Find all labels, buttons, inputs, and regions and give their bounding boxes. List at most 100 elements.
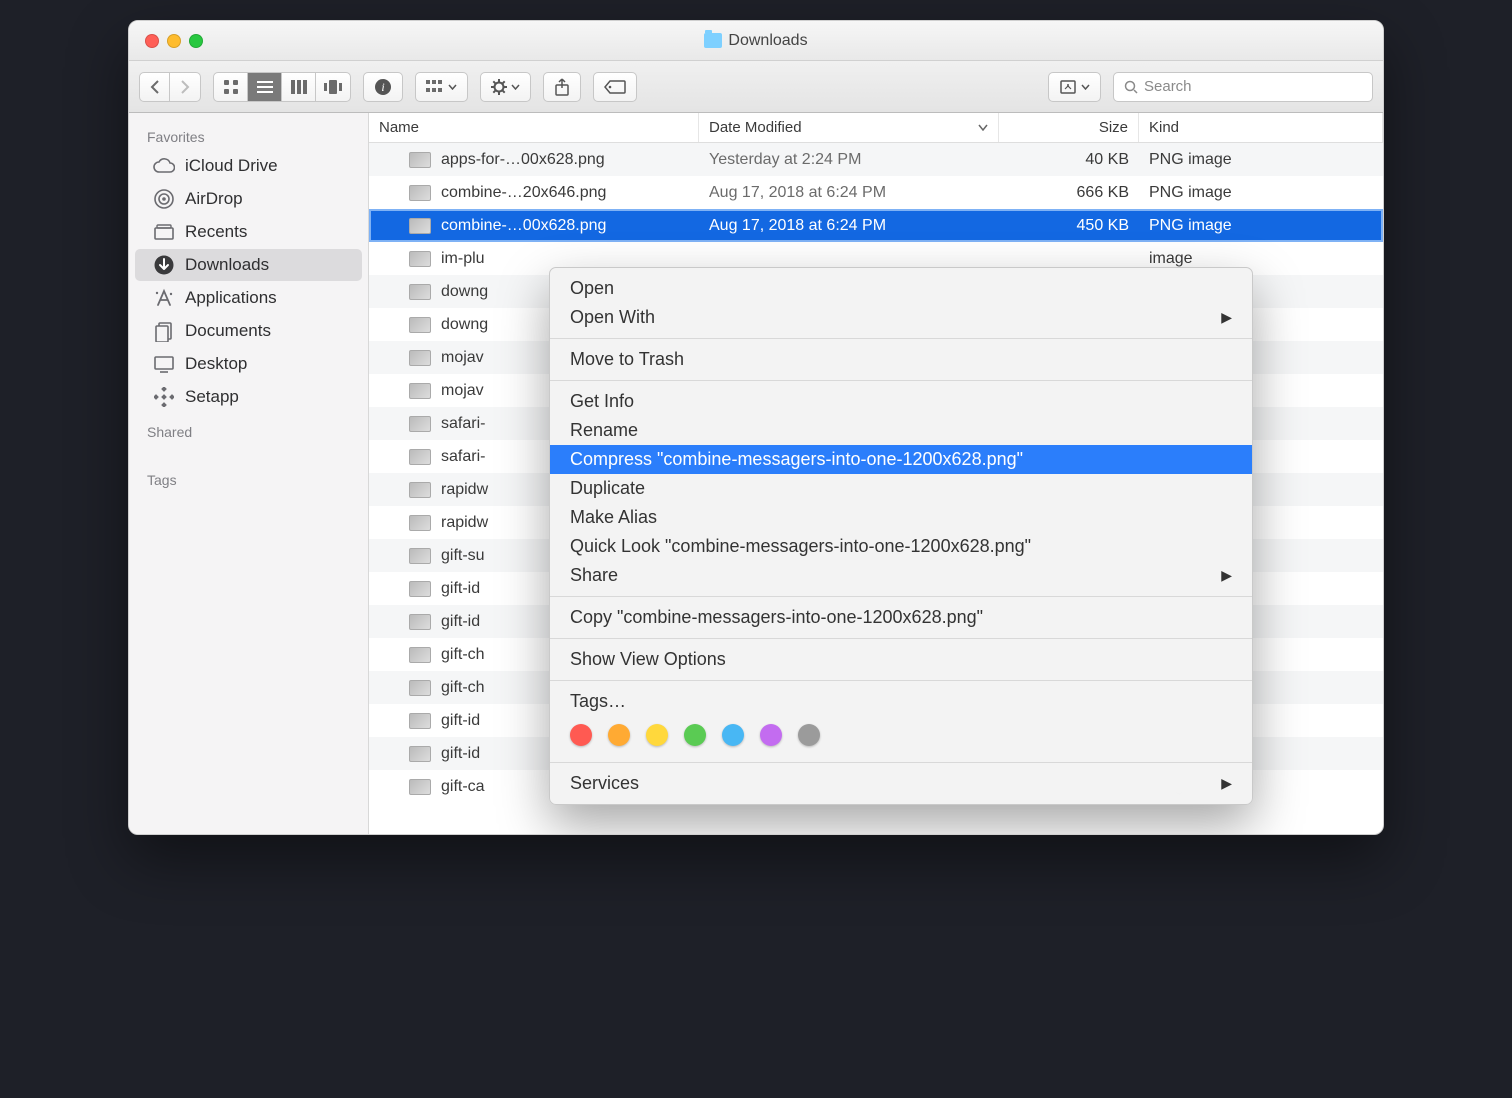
dropbox-button[interactable] (1048, 72, 1101, 102)
finder-window: Downloads i (128, 20, 1384, 835)
titlebar: Downloads (129, 21, 1383, 61)
info-button[interactable]: i (363, 72, 403, 102)
cm-compress[interactable]: Compress "combine-messagers-into-one-120… (550, 445, 1252, 474)
cloud-icon (153, 155, 175, 177)
cm-quick-look[interactable]: Quick Look "combine-messagers-into-one-1… (550, 532, 1252, 561)
sidebar-item-airdrop[interactable]: AirDrop (135, 183, 362, 215)
sidebar-item-icloud-drive[interactable]: iCloud Drive (135, 150, 362, 182)
sidebar-item-recents[interactable]: Recents (135, 216, 362, 248)
file-size: 666 KB (999, 184, 1139, 202)
file-name: gift-id (441, 745, 480, 763)
sidebar-item-label: Setapp (185, 387, 239, 407)
cm-duplicate[interactable]: Duplicate (550, 474, 1252, 503)
file-name: im-plu (441, 250, 485, 268)
cm-open-with[interactable]: Open With ▶ (550, 303, 1252, 332)
file-name: downg (441, 283, 488, 301)
tag-color-dot[interactable] (722, 724, 744, 746)
tag-color-dot[interactable] (608, 724, 630, 746)
group-button[interactable] (415, 72, 468, 102)
file-name: mojav (441, 349, 484, 367)
columns-header: Name Date Modified Size Kind (369, 113, 1383, 143)
column-size[interactable]: Size (999, 113, 1139, 142)
file-name: gift-ch (441, 679, 485, 697)
sidebar-item-label: Documents (185, 321, 271, 341)
apps-a-icon (153, 287, 175, 309)
tags-button[interactable] (593, 72, 637, 102)
file-thumbnail-icon (409, 515, 431, 531)
file-thumbnail-icon (409, 152, 431, 168)
column-view-button[interactable] (282, 73, 316, 101)
column-name[interactable]: Name (369, 113, 699, 142)
cm-open[interactable]: Open (550, 274, 1252, 303)
sidebar-item-documents[interactable]: Documents (135, 315, 362, 347)
file-name: apps-for-…00x628.png (441, 151, 605, 169)
file-kind: PNG image (1139, 217, 1383, 235)
sidebar-item-downloads[interactable]: Downloads (135, 249, 362, 281)
folder-icon (704, 33, 722, 48)
file-name: safari- (441, 448, 485, 466)
table-row[interactable]: combine-…00x628.pngAug 17, 2018 at 6:24 … (369, 209, 1383, 242)
file-name: gift-id (441, 580, 480, 598)
file-thumbnail-icon (409, 350, 431, 366)
sidebar-header-shared: Shared (129, 414, 368, 444)
file-size: 450 KB (999, 217, 1139, 235)
sidebar-item-desktop[interactable]: Desktop (135, 348, 362, 380)
cm-rename[interactable]: Rename (550, 416, 1252, 445)
sidebar-header-favorites: Favorites (129, 119, 368, 149)
file-name: combine-…00x628.png (441, 217, 606, 235)
tag-color-dot[interactable] (798, 724, 820, 746)
sidebar-item-label: Downloads (185, 255, 269, 275)
setapp-icon (153, 386, 175, 408)
cm-copy[interactable]: Copy "combine-messagers-into-one-1200x62… (550, 603, 1252, 632)
cm-tag-colors (550, 716, 1252, 756)
cm-move-to-trash[interactable]: Move to Trash (550, 345, 1252, 374)
file-thumbnail-icon (409, 251, 431, 267)
table-row[interactable]: combine-…20x646.pngAug 17, 2018 at 6:24 … (369, 176, 1383, 209)
back-button[interactable] (140, 73, 170, 101)
file-name: rapidw (441, 481, 488, 499)
tag-color-dot[interactable] (646, 724, 668, 746)
sidebar-item-setapp[interactable]: Setapp (135, 381, 362, 413)
window-title-text: Downloads (728, 32, 807, 50)
file-kind: image (1139, 250, 1383, 268)
list-view-button[interactable] (248, 73, 282, 101)
zoom-button[interactable] (189, 34, 203, 48)
traffic-lights (129, 34, 203, 48)
close-button[interactable] (145, 34, 159, 48)
chevron-right-icon: ▶ (1221, 309, 1232, 326)
file-thumbnail-icon (409, 581, 431, 597)
sidebar-item-label: Applications (185, 288, 277, 308)
file-size: 40 KB (999, 151, 1139, 169)
sidebar-header-tags: Tags (129, 462, 368, 492)
sidebar-item-label: iCloud Drive (185, 156, 278, 176)
minimize-button[interactable] (167, 34, 181, 48)
icon-view-button[interactable] (214, 73, 248, 101)
file-thumbnail-icon (409, 449, 431, 465)
cm-share[interactable]: Share ▶ (550, 561, 1252, 590)
cm-get-info[interactable]: Get Info (550, 387, 1252, 416)
file-name: gift-ca (441, 778, 485, 796)
toolbar: i (129, 61, 1383, 113)
file-thumbnail-icon (409, 482, 431, 498)
forward-button[interactable] (170, 73, 200, 101)
file-date: Aug 17, 2018 at 6:24 PM (699, 184, 999, 202)
tag-color-dot[interactable] (684, 724, 706, 746)
column-date-modified[interactable]: Date Modified (699, 113, 999, 142)
file-date: Yesterday at 2:24 PM (699, 151, 999, 169)
column-kind[interactable]: Kind (1139, 113, 1383, 142)
cm-services[interactable]: Services ▶ (550, 769, 1252, 798)
gallery-view-button[interactable] (316, 73, 350, 101)
cm-make-alias[interactable]: Make Alias (550, 503, 1252, 532)
search-icon (1124, 80, 1138, 94)
file-thumbnail-icon (409, 548, 431, 564)
cm-show-view-options[interactable]: Show View Options (550, 645, 1252, 674)
tag-color-dot[interactable] (570, 724, 592, 746)
sidebar: Favorites iCloud Drive AirDropRecents Down… (129, 113, 369, 834)
search-field[interactable]: Search (1113, 72, 1373, 102)
share-button[interactable] (543, 72, 581, 102)
tag-color-dot[interactable] (760, 724, 782, 746)
action-button[interactable] (480, 72, 531, 102)
file-kind: PNG image (1139, 151, 1383, 169)
sidebar-item-applications[interactable]: Applications (135, 282, 362, 314)
table-row[interactable]: apps-for-…00x628.png Yesterday at 2:24 PM… (369, 143, 1383, 176)
